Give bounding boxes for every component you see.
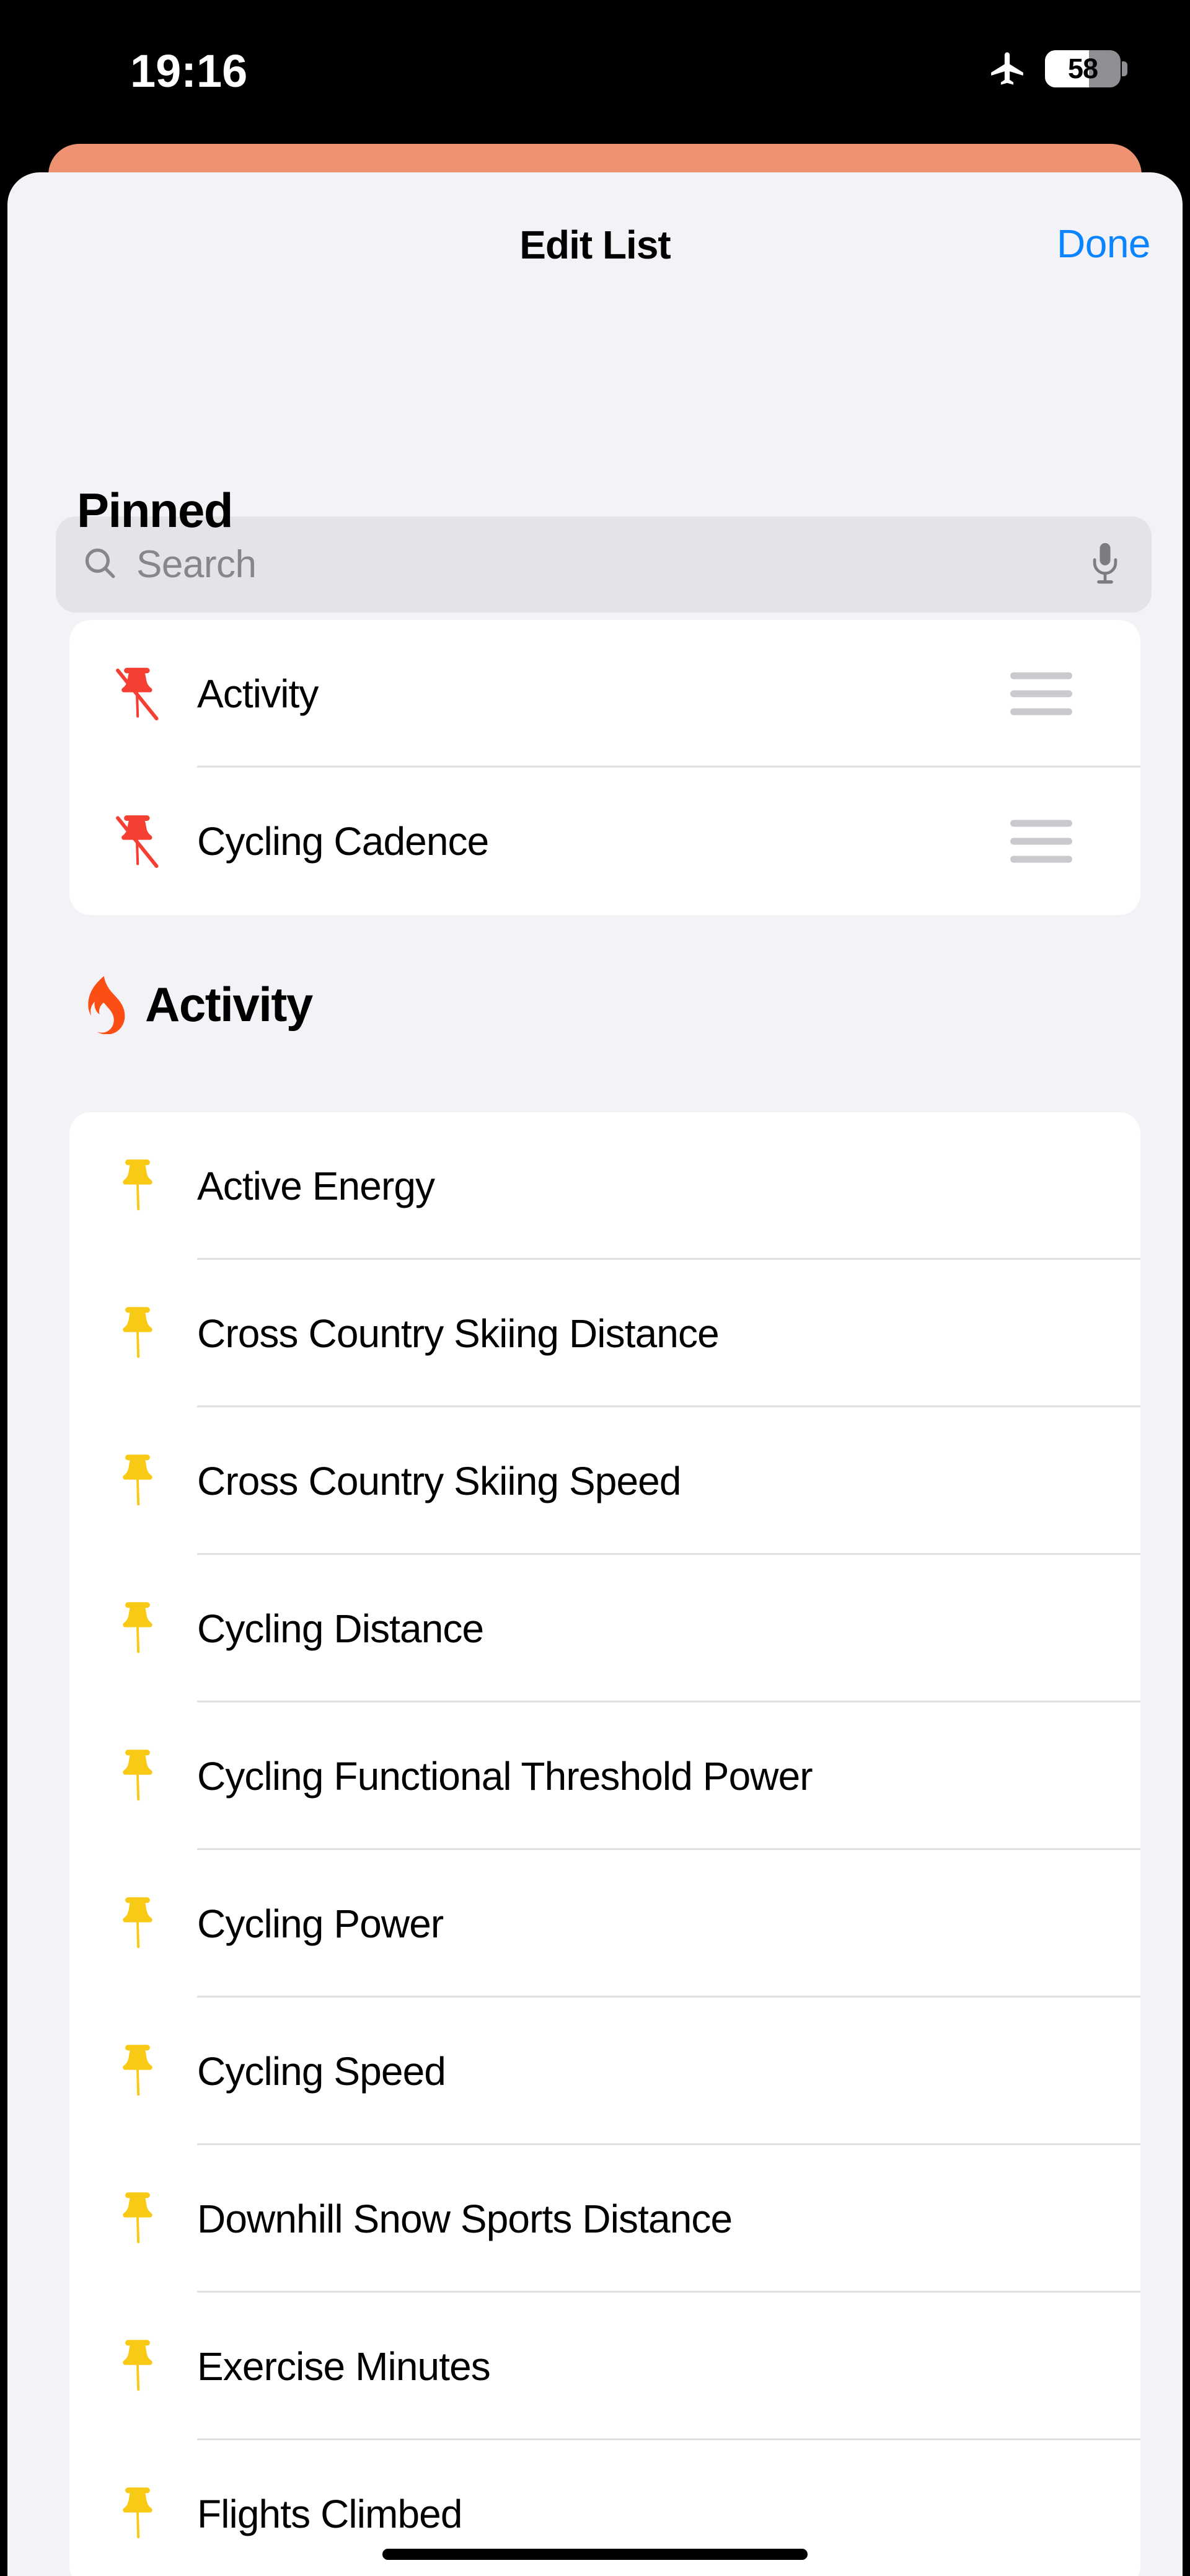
battery-percentage: 58	[1068, 53, 1098, 85]
list-item-label: Activity	[197, 671, 319, 717]
list-item-label: Flights Climbed	[197, 2491, 462, 2537]
page-title: Edit List	[7, 222, 1183, 268]
pin-icon[interactable]	[108, 1451, 167, 1511]
list-item-label: Exercise Minutes	[197, 2344, 490, 2389]
section-title-activity: Activity	[145, 976, 312, 1033]
list-item[interactable]: Activity	[69, 620, 1140, 768]
list-item-label: Cross Country Skiing Distance	[197, 1311, 719, 1357]
battery-cap	[1122, 61, 1127, 76]
pin-icon[interactable]	[108, 2337, 167, 2396]
section-header-pinned: Pinned	[77, 482, 232, 539]
done-button[interactable]: Done	[1057, 221, 1150, 267]
list-item-label: Active Energy	[197, 1163, 434, 1209]
battery-indicator: 58	[1045, 50, 1121, 87]
status-bar-clock: 19:16	[130, 45, 247, 97]
pin-icon[interactable]	[108, 1746, 167, 1806]
list-item-label: Downhill Snow Sports Distance	[197, 2196, 732, 2242]
list-item-label: Cycling Functional Threshold Power	[197, 1753, 813, 1799]
microphone-icon[interactable]	[1088, 541, 1122, 588]
list-item[interactable]: Cycling Functional Threshold Power	[69, 1702, 1140, 1850]
list-item[interactable]: Active Energy	[69, 1112, 1140, 1260]
pin-icon[interactable]	[108, 2484, 167, 2544]
list-item[interactable]: Cross Country Skiing Distance	[69, 1260, 1140, 1407]
sheet-nav-bar: Edit List Done	[7, 172, 1183, 296]
pin-icon[interactable]	[108, 1599, 167, 1658]
list-item[interactable]: Cross Country Skiing Speed	[69, 1407, 1140, 1555]
section-title-pinned: Pinned	[77, 482, 232, 539]
list-item[interactable]: Exercise Minutes	[69, 2293, 1140, 2440]
reorder-handle-icon[interactable]	[1010, 673, 1072, 715]
unpin-icon[interactable]	[108, 812, 167, 871]
list-item-label: Cycling Power	[197, 1901, 443, 1947]
list-item-label: Cross Country Skiing Speed	[197, 1458, 681, 1504]
list-item[interactable]: Cycling Cadence	[69, 768, 1140, 915]
edit-list-sheet: Edit List Done Search	[7, 172, 1183, 2576]
airplane-mode-icon	[988, 50, 1026, 88]
list-card-activity: Active Energy Cross Country Skiing Distan…	[69, 1112, 1140, 2576]
pin-icon[interactable]	[108, 2189, 167, 2249]
list-item[interactable]: Downhill Snow Sports Distance	[69, 2145, 1140, 2293]
phone-screen: 19:16 58 Edit List Done	[0, 0, 1190, 2576]
status-bar: 19:16 58	[0, 0, 1190, 143]
pin-icon[interactable]	[108, 1894, 167, 1954]
unpin-icon[interactable]	[108, 664, 167, 724]
pin-icon[interactable]	[108, 2042, 167, 2101]
pin-icon[interactable]	[108, 1304, 167, 1363]
list-item-label: Cycling Speed	[197, 2048, 446, 2094]
search-icon	[82, 545, 118, 584]
reorder-handle-icon[interactable]	[1010, 820, 1072, 863]
list-item[interactable]: Cycling Distance	[69, 1555, 1140, 1702]
flame-icon	[77, 975, 129, 1034]
list-item-label: Cycling Distance	[197, 1606, 483, 1652]
status-bar-indicators: 58	[988, 50, 1121, 88]
list-item[interactable]: Cycling Speed	[69, 1998, 1140, 2145]
section-header-activity: Activity	[77, 975, 312, 1034]
list-item-label: Cycling Cadence	[197, 818, 488, 864]
list-card-pinned: Activity Cycling Cadence	[69, 620, 1140, 915]
pin-icon[interactable]	[108, 1156, 167, 1216]
list-item[interactable]: Cycling Power	[69, 1850, 1140, 1998]
home-indicator[interactable]	[382, 2549, 808, 2560]
search-input-placeholder[interactable]: Search	[136, 542, 256, 586]
